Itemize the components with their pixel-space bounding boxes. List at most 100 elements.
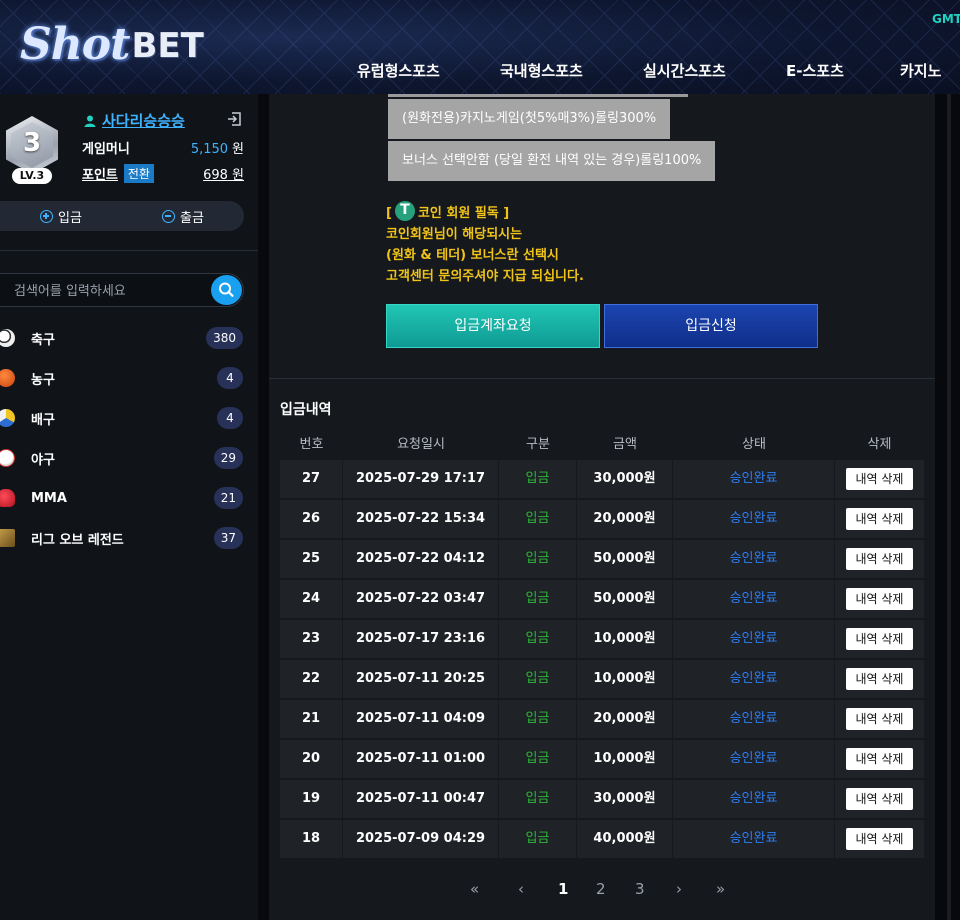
logout-icon[interactable] — [227, 112, 241, 126]
rule-option-no-bonus[interactable]: 보너스 선택안함 (당일 환전 내역 있는 경우)롤링100% — [388, 141, 716, 181]
delete-record-button[interactable]: 내역 삭제 — [845, 667, 914, 690]
cell-status: 승인완료 — [673, 460, 835, 498]
sidebar-withdraw-button[interactable]: 출금 — [122, 201, 244, 231]
site-header: Shot BET GMT 유럽형스포츠 국내형스포츠 실시간스포츠 E-스포츠 … — [0, 0, 960, 94]
sport-name: 배구 — [31, 412, 55, 428]
search-button[interactable] — [211, 275, 242, 305]
username-link[interactable]: 사다리승승승 — [84, 110, 185, 131]
cell-no: 21 — [280, 700, 343, 738]
cell-type: 입금 — [499, 700, 577, 738]
page-2-button[interactable]: 2 — [596, 880, 606, 898]
sport-item-volleyball[interactable]: 배구 4 — [0, 398, 258, 438]
delete-record-button[interactable]: 내역 삭제 — [845, 827, 914, 850]
delete-record-button[interactable]: 내역 삭제 — [845, 547, 914, 570]
page-first-button[interactable]: « — [470, 880, 479, 898]
cell-no: 24 — [280, 580, 343, 618]
deposit-panel: (원화전용)카지노게임(첫5%매3%)롤링300% 보너스 선택안함 (당일 환… — [269, 94, 935, 920]
deposit-request-button[interactable]: 입금신청 — [604, 304, 818, 348]
pagination: « ‹ 1 2 3 › » — [269, 880, 935, 904]
table-row: 23 2025-07-17 23:16 입금 10,000원 승인완료 내역 삭제 — [280, 620, 924, 658]
cell-type: 입금 — [499, 660, 577, 698]
deposit-history-table: 번호 요청일시 구분 금액 상태 삭제 27 2025-07-29 17:17 입금… — [280, 424, 924, 860]
coin-notice: [코인 회원 필독 ] 코인회원님이 해당되시는 (원화 & 테더) 보너스란 … — [386, 200, 584, 287]
page-last-button[interactable]: » — [716, 880, 725, 898]
sport-item-mma[interactable]: MMA 21 — [0, 478, 258, 518]
table-row: 20 2025-07-11 01:00 입금 10,000원 승인완료 내역 삭제 — [280, 740, 924, 778]
lol-icon — [0, 529, 15, 547]
cell-amount: 50,000원 — [577, 540, 673, 578]
plus-circle-icon — [40, 209, 54, 223]
sport-item-soccer[interactable]: 축구 380 — [0, 318, 258, 358]
game-money-row: 게임머니 5,150 원 — [82, 138, 244, 157]
level-label: LV.3 — [12, 168, 52, 184]
nav-casino[interactable]: 카지노 — [900, 60, 941, 81]
cell-status: 승인완료 — [673, 540, 835, 578]
user-icon — [84, 115, 96, 127]
delete-record-button[interactable]: 내역 삭제 — [845, 507, 914, 530]
cell-date: 2025-07-22 03:47 — [343, 580, 499, 618]
level-badge: 3 LV.3 — [6, 116, 58, 184]
sport-name: 축구 — [31, 332, 55, 348]
deposit-withdraw-bar: 입금 출금 — [0, 201, 244, 231]
cell-delete: 내역 삭제 — [835, 460, 924, 498]
cell-type: 입금 — [499, 460, 577, 498]
rule-option-casino[interactable]: (원화전용)카지노게임(첫5%매3%)롤링300% — [388, 99, 671, 139]
cell-status: 승인완료 — [673, 740, 835, 778]
game-money-value: 5,150 원 — [191, 138, 244, 157]
delete-record-button[interactable]: 내역 삭제 — [845, 587, 914, 610]
nav-live-sports[interactable]: 실시간스포츠 — [643, 60, 726, 81]
sidebar-deposit-button[interactable]: 입금 — [0, 201, 122, 231]
cell-status: 승인완료 — [673, 500, 835, 538]
nav-european-sports[interactable]: 유럽형스포츠 — [357, 60, 440, 81]
coin-notice-line: 코인회원님이 해당되시는 — [386, 227, 523, 242]
sport-name: 농구 — [31, 372, 55, 388]
sport-count: 21 — [213, 487, 243, 509]
cell-status: 승인완료 — [673, 620, 835, 658]
table-row: 22 2025-07-11 20:25 입금 10,000원 승인완료 내역 삭제 — [280, 660, 924, 698]
account-request-button[interactable]: 입금계좌요청 — [386, 304, 600, 348]
cell-type: 입금 — [499, 620, 577, 658]
sport-item-baseball[interactable]: 야구 29 — [0, 438, 258, 478]
delete-record-button[interactable]: 내역 삭제 — [845, 467, 914, 490]
sidebar-withdraw-label: 출금 — [180, 210, 204, 226]
point-label[interactable]: 포인트 — [82, 164, 118, 183]
basketball-icon — [0, 369, 15, 387]
delete-record-button[interactable]: 내역 삭제 — [845, 707, 914, 730]
nav-esports[interactable]: E-스포츠 — [786, 60, 844, 81]
cell-date: 2025-07-22 04:12 — [343, 540, 499, 578]
cell-delete: 내역 삭제 — [835, 620, 924, 658]
cell-status: 승인완료 — [673, 700, 835, 738]
cell-delete: 내역 삭제 — [835, 660, 924, 698]
cell-amount: 20,000원 — [577, 700, 673, 738]
delete-record-button[interactable]: 내역 삭제 — [845, 627, 914, 650]
page-next-button[interactable]: › — [676, 880, 682, 898]
nav-domestic-sports[interactable]: 국내형스포츠 — [500, 60, 583, 81]
cell-date: 2025-07-17 23:16 — [343, 620, 499, 658]
table-row: 19 2025-07-11 00:47 입금 30,000원 승인완료 내역 삭제 — [280, 780, 924, 818]
page-prev-button[interactable]: ‹ — [518, 880, 524, 898]
delete-record-button[interactable]: 내역 삭제 — [845, 747, 914, 770]
sport-count: 4 — [217, 367, 243, 389]
cell-amount: 30,000원 — [577, 460, 673, 498]
cell-status: 승인완료 — [673, 820, 835, 858]
sport-item-basketball[interactable]: 농구 4 — [0, 358, 258, 398]
cell-type: 입금 — [499, 740, 577, 778]
search-input[interactable] — [14, 281, 204, 301]
cell-type: 입금 — [499, 780, 577, 818]
left-gutter — [258, 94, 269, 920]
page-3-button[interactable]: 3 — [635, 880, 645, 898]
sport-item-league-of-legends[interactable]: 리그 오브 레전드 37 — [0, 518, 258, 558]
cell-type: 입금 — [499, 820, 577, 858]
delete-record-button[interactable]: 내역 삭제 — [845, 787, 914, 810]
cell-no: 26 — [280, 500, 343, 538]
scrollbar[interactable] — [947, 94, 951, 920]
sport-name: 야구 — [31, 452, 55, 468]
history-title: 입금내역 — [280, 402, 332, 418]
section-divider — [269, 378, 935, 379]
point-convert-button[interactable]: 전환 — [123, 164, 154, 183]
cell-amount: 40,000원 — [577, 820, 673, 858]
page-1-button[interactable]: 1 — [558, 880, 568, 898]
cell-no: 25 — [280, 540, 343, 578]
baseball-icon — [0, 449, 15, 467]
cell-no: 18 — [280, 820, 343, 858]
